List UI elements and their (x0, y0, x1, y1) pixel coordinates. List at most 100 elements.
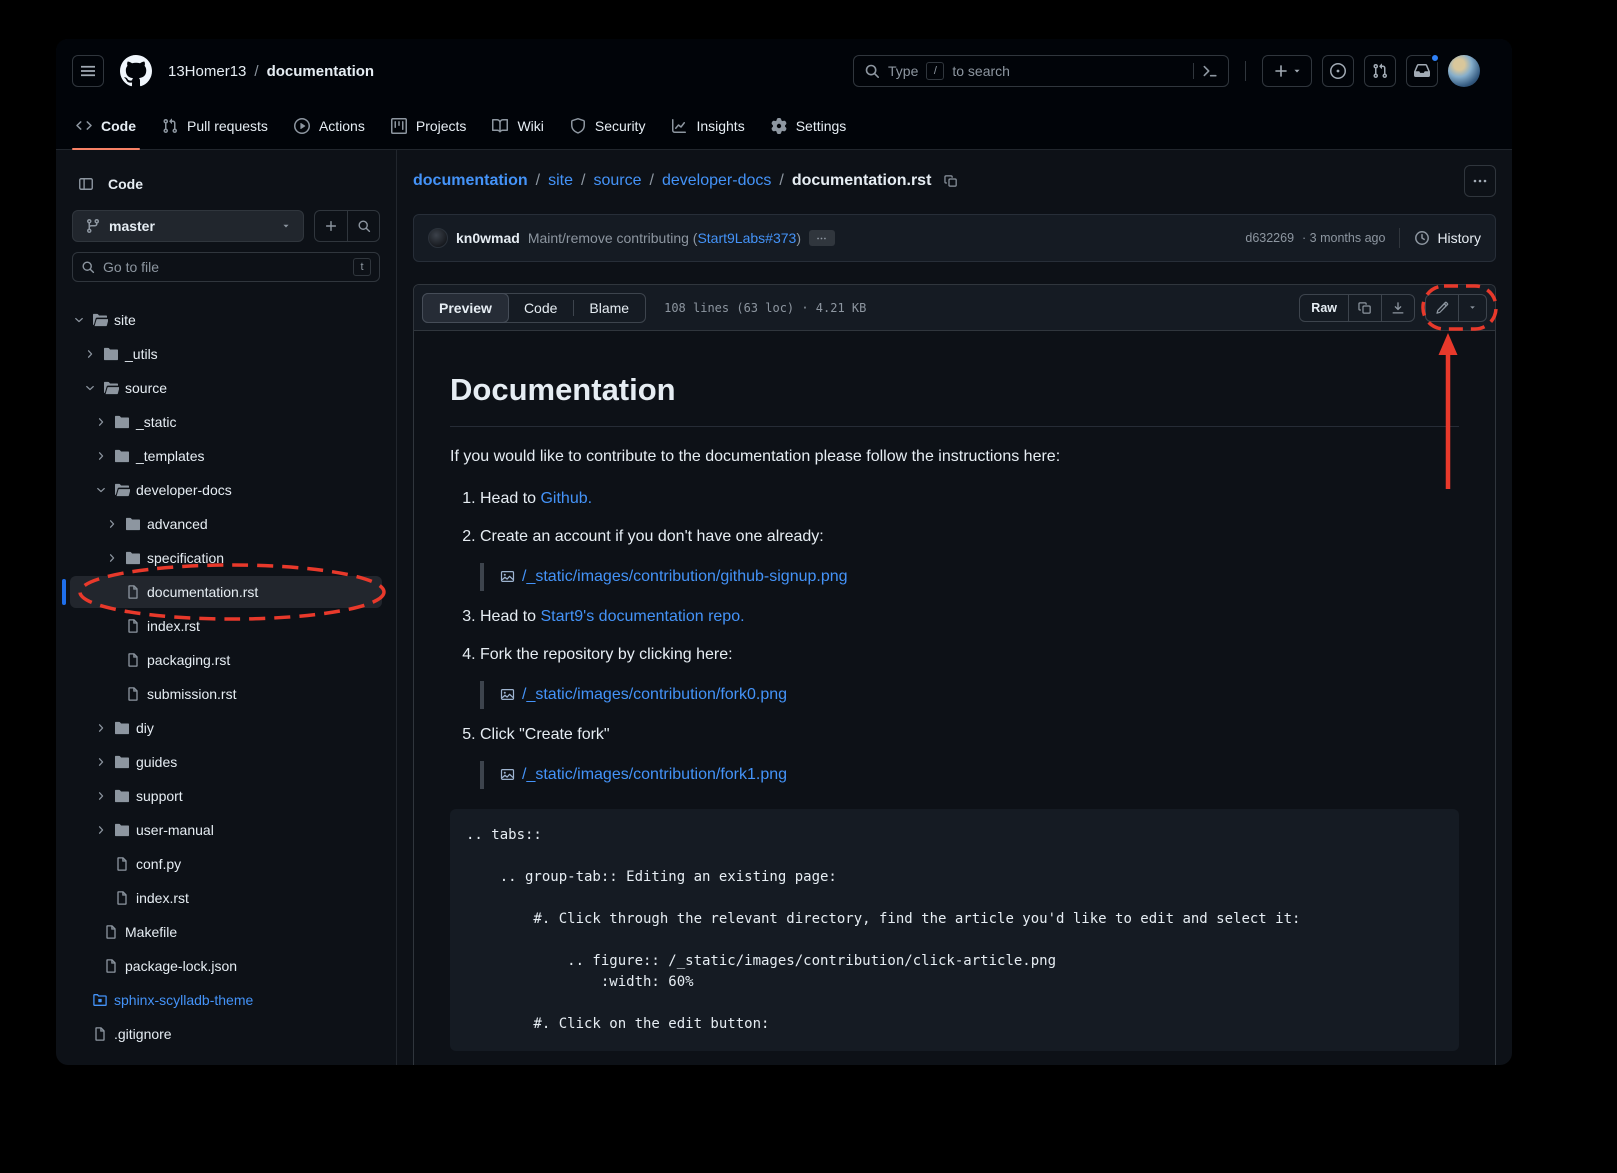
tree-item-specification[interactable]: specification (70, 542, 382, 574)
tree-item-packaging.rst[interactable]: packaging.rst (70, 644, 382, 676)
tree-item-sphinx-scylladb-theme[interactable]: sphinx-scylladb-theme (70, 984, 382, 1016)
tree-item-.gitignore[interactable]: .gitignore (70, 1018, 382, 1050)
tab-projects[interactable]: Projects (381, 103, 477, 149)
chevron-right-icon[interactable] (83, 348, 97, 360)
image-link[interactable]: /_static/images/contribution/fork1.png (522, 763, 787, 787)
tree-item-diy[interactable]: diy (70, 712, 382, 744)
chevron-down-icon[interactable] (72, 314, 86, 326)
pull-requests-button[interactable] (1364, 55, 1396, 87)
commit-time: · 3 months ago (1302, 231, 1385, 245)
instruction-list: Head to Github.Create an account if you … (450, 487, 1459, 789)
breadcrumb-link-site[interactable]: site (548, 172, 573, 190)
hamburger-menu-button[interactable] (72, 55, 104, 87)
chevron-right-icon[interactable] (94, 722, 108, 734)
branch-selector[interactable]: master (72, 210, 304, 242)
command-palette-icon[interactable] (1202, 63, 1218, 79)
image-link[interactable]: /_static/images/contribution/github-sign… (522, 565, 848, 589)
tree-item-index.rst[interactable]: index.rst (70, 610, 382, 642)
chevron-down-icon[interactable] (94, 484, 108, 496)
shield-icon (570, 118, 586, 134)
breadcrumb-link-source[interactable]: source (593, 172, 641, 190)
step-text: Head to (480, 490, 540, 507)
folder-icon (103, 346, 119, 362)
tree-item-Makefile[interactable]: Makefile (70, 916, 382, 948)
tab-actions[interactable]: Actions (284, 103, 375, 149)
document-title: Documentation (450, 367, 1459, 427)
user-avatar[interactable] (1448, 55, 1480, 87)
tab-code[interactable]: Code (66, 103, 146, 149)
tree-item-site[interactable]: site (70, 304, 382, 336)
more-options-button[interactable] (1464, 165, 1496, 197)
chevron-right-icon[interactable] (105, 518, 119, 530)
global-search-input[interactable]: Type / to search (853, 55, 1229, 87)
tree-item-user-manual[interactable]: user-manual (70, 814, 382, 846)
step-link[interactable]: Github. (540, 490, 592, 507)
tree-item-source[interactable]: source (70, 372, 382, 404)
tab-pull-requests[interactable]: Pull requests (152, 103, 278, 149)
breadcrumb-link-developer-docs[interactable]: developer-docs (662, 172, 771, 190)
tree-item-advanced[interactable]: advanced (70, 508, 382, 540)
tree-item-documentation.rst[interactable]: documentation.rst (70, 576, 382, 608)
tree-item-index.rst[interactable]: index.rst (70, 882, 382, 914)
tree-item-package-lock.json[interactable]: package-lock.json (70, 950, 382, 982)
chevron-right-icon[interactable] (94, 756, 108, 768)
view-tab-code[interactable]: Code (508, 294, 573, 322)
tab-wiki[interactable]: Wiki (482, 103, 553, 149)
edit-file-button[interactable] (1426, 295, 1458, 321)
instruction-step-1: Head to Github. (480, 487, 1459, 511)
chevron-right-icon[interactable] (105, 552, 119, 564)
expand-commit-message-button[interactable] (809, 230, 835, 246)
edit-actions-group (1425, 294, 1487, 322)
tab-settings[interactable]: Settings (761, 103, 857, 149)
chevron-right-icon[interactable] (94, 416, 108, 428)
tree-item-conf.py[interactable]: conf.py (70, 848, 382, 880)
tab-security[interactable]: Security (560, 103, 656, 149)
go-to-file-placeholder: Go to file (103, 259, 345, 275)
copy-raw-button[interactable] (1348, 295, 1381, 321)
branch-row: master (72, 210, 380, 242)
chevron-right-icon[interactable] (94, 824, 108, 836)
sidebar-title: Code (108, 176, 143, 192)
view-tab-preview[interactable]: Preview (422, 293, 509, 323)
edit-dropdown-button[interactable] (1458, 295, 1486, 321)
github-logo[interactable] (120, 55, 152, 87)
inbox-button[interactable] (1406, 55, 1438, 87)
tree-item-_utils[interactable]: _utils (70, 338, 382, 370)
commit-author[interactable]: kn0wmad (456, 230, 520, 246)
repo-link[interactable]: documentation (267, 63, 375, 80)
raw-button[interactable]: Raw (1300, 295, 1348, 321)
image-link[interactable]: /_static/images/contribution/fork0.png (522, 683, 787, 707)
search-tree-button[interactable] (347, 211, 379, 241)
file-icon (125, 686, 141, 702)
tree-item-_templates[interactable]: _templates (70, 440, 382, 472)
collapse-sidebar-button[interactable] (72, 170, 100, 198)
issues-button[interactable] (1322, 55, 1354, 87)
view-tab-blame[interactable]: Blame (573, 294, 645, 322)
step-link[interactable]: Start9's documentation repo. (540, 608, 744, 625)
copy-path-button[interactable] (937, 167, 965, 195)
go-to-file-input[interactable]: Go to file t (72, 252, 380, 282)
tab-insights[interactable]: Insights (661, 103, 754, 149)
tree-item-submission.rst[interactable]: submission.rst (70, 678, 382, 710)
folder-open-icon (92, 312, 108, 328)
tree-item-_static[interactable]: _static (70, 406, 382, 438)
download-button[interactable] (1381, 295, 1414, 321)
tree-item-developer-docs[interactable]: developer-docs (70, 474, 382, 506)
file-tree-sidebar: Code master Go to file t site_utilssourc… (56, 150, 396, 1065)
tree-item-guides[interactable]: guides (70, 746, 382, 778)
tree-item-support[interactable]: support (70, 780, 382, 812)
folder-open-icon (114, 482, 130, 498)
owner-link[interactable]: 13Homer13 (168, 63, 246, 80)
commit-sha[interactable]: d632269 (1245, 231, 1294, 245)
commit-author-avatar[interactable] (428, 228, 448, 248)
chevron-right-icon[interactable] (94, 450, 108, 462)
commit-pr-link[interactable]: Start9Labs#373 (697, 230, 796, 246)
instruction-step-4: Fork the repository by clicking here:/_s… (480, 643, 1459, 709)
issue-opened-icon (1330, 63, 1346, 79)
create-new-button[interactable] (1262, 55, 1312, 87)
chevron-right-icon[interactable] (94, 790, 108, 802)
history-button[interactable]: History (1414, 230, 1481, 246)
add-file-button[interactable] (315, 211, 347, 241)
chevron-down-icon[interactable] (83, 382, 97, 394)
breadcrumb-link-documentation[interactable]: documentation (413, 172, 528, 190)
